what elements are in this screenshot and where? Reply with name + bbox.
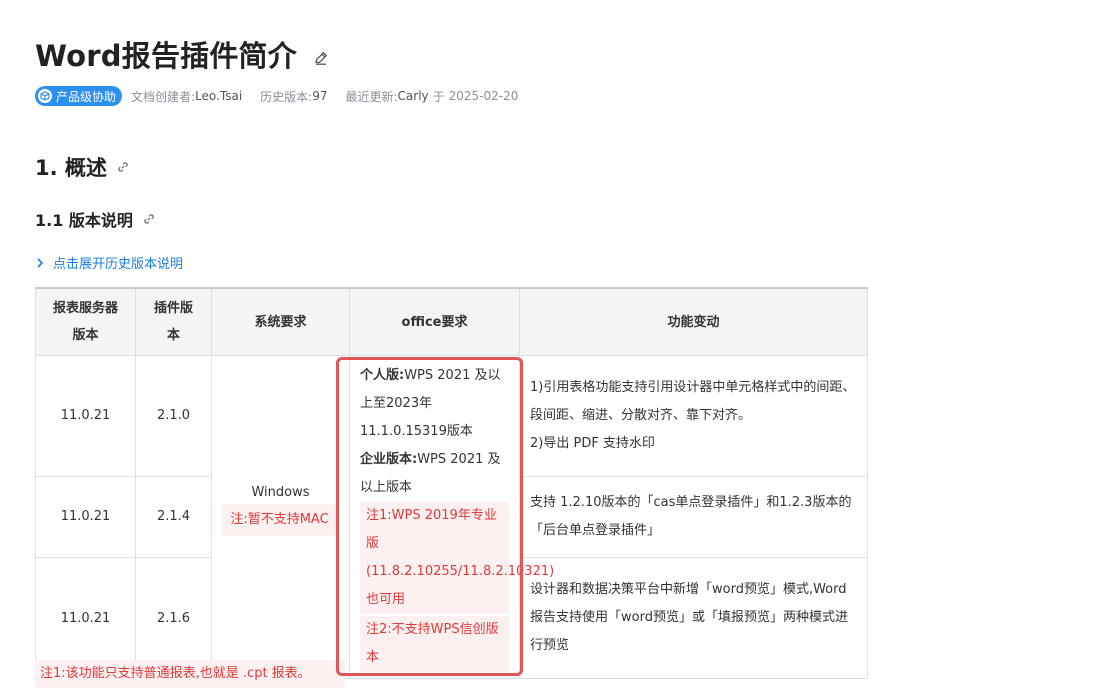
updated-date: 2025-02-20 [448, 89, 519, 103]
cell-feature-changes: 1)引用表格功能支持引用设计器中单元格样式中的间距、段间距、缩进、分散对齐、靠下… [519, 355, 868, 477]
cell-plugin-version: 2.1.0 [135, 355, 212, 477]
header-system-req: 系统要求 [211, 287, 350, 356]
cell-feature-changes: 支持 1.2.10版本的「cas单点登录插件」和1.2.3版本的「后台单点登录插… [519, 475, 868, 559]
office-enterprise: 企业版本:WPS 2021 及以上版本 [360, 446, 509, 502]
cell-server-version: 11.0.21 [35, 475, 136, 559]
chevron-right-icon [37, 257, 44, 268]
table-row: 11.0.21 2.1.0 Windows 注:暂不支持MAC 个人版:WPS … [35, 355, 868, 679]
edit-icon[interactable] [313, 50, 329, 66]
page-title: Word报告插件简介 [35, 39, 297, 73]
office-personal: 个人版:WPS 2021 及以上至2023年11.1.0.15319版本 [360, 362, 509, 446]
header-server-version: 报表服务器版本 [35, 287, 136, 356]
cell-plugin-version: 2.1.4 [135, 475, 212, 559]
badge-label: 产品级协助 [56, 89, 117, 104]
version-table: 报表服务器版本 插件版本 系统要求 office要求 功能变动 11.0.21 … [35, 287, 868, 679]
updated-mid: 于 [432, 89, 445, 104]
title-row: Word报告插件简介 [35, 34, 329, 74]
link-icon[interactable] [117, 161, 129, 173]
system-note: 注:暂不支持MAC [222, 503, 337, 536]
product-badge[interactable]: 产品级协助 [35, 86, 123, 106]
subsection-heading-version: 1.1 版本说明 [35, 207, 155, 231]
history-count[interactable]: 97 [312, 89, 327, 103]
header-office-req: office要求 [349, 287, 520, 356]
system-os: Windows [251, 484, 310, 500]
history-key: 历史版本: [260, 89, 313, 104]
office-note-1: 注1:WPS 2019年专业版(11.8.2.10255/11.8.2.1032… [360, 502, 554, 614]
cell-system-req: Windows 注:暂不支持MAC [211, 355, 350, 679]
link-icon[interactable] [143, 213, 155, 225]
cell-feature-changes: 设计器和数据决策平台中新增「word预览」模式,Word报告支持使用「word预… [519, 557, 868, 679]
office-note-2: 注2:不支持WPS信创版本 [360, 616, 509, 672]
section-heading-text: 1. 概述 [35, 156, 107, 180]
expand-history-label: 点击展开历史版本说明 [53, 257, 184, 272]
cell-office-req: 个人版:WPS 2021 及以上至2023年11.1.0.15319版本 企业版… [349, 355, 554, 679]
cell-server-version: 11.0.21 [35, 355, 136, 477]
section-heading-overview: 1. 概述 [35, 152, 129, 182]
subsection-heading-text: 1.1 版本说明 [35, 211, 133, 230]
table-header-row: 报表服务器版本 插件版本 系统要求 office要求 功能变动 [35, 287, 868, 356]
header-plugin-version: 插件版本 [135, 287, 212, 356]
creator-name[interactable]: Leo.Tsai [195, 89, 242, 103]
office-enterprise-label: 企业版本: [360, 452, 418, 467]
office-personal-label: 个人版: [360, 368, 405, 383]
creator-key: 文档创建者: [131, 89, 196, 104]
header-feature-changes: 功能变动 [519, 287, 868, 356]
cube-icon [38, 89, 52, 103]
footnote: 注1:该功能只支持普通报表,也就是 .cpt 报表。 [35, 660, 345, 688]
meta-row: 产品级协助 文档创建者: Leo.Tsai 历史版本: 97 最近更新: Car… [35, 86, 518, 106]
updated-key: 最近更新: [345, 89, 398, 104]
office-req-content: 个人版:WPS 2021 及以上至2023年11.1.0.15319版本 企业版… [350, 356, 554, 678]
updated-by[interactable]: Carly [398, 89, 429, 103]
expand-history-link[interactable]: 点击展开历史版本说明 [35, 253, 183, 272]
